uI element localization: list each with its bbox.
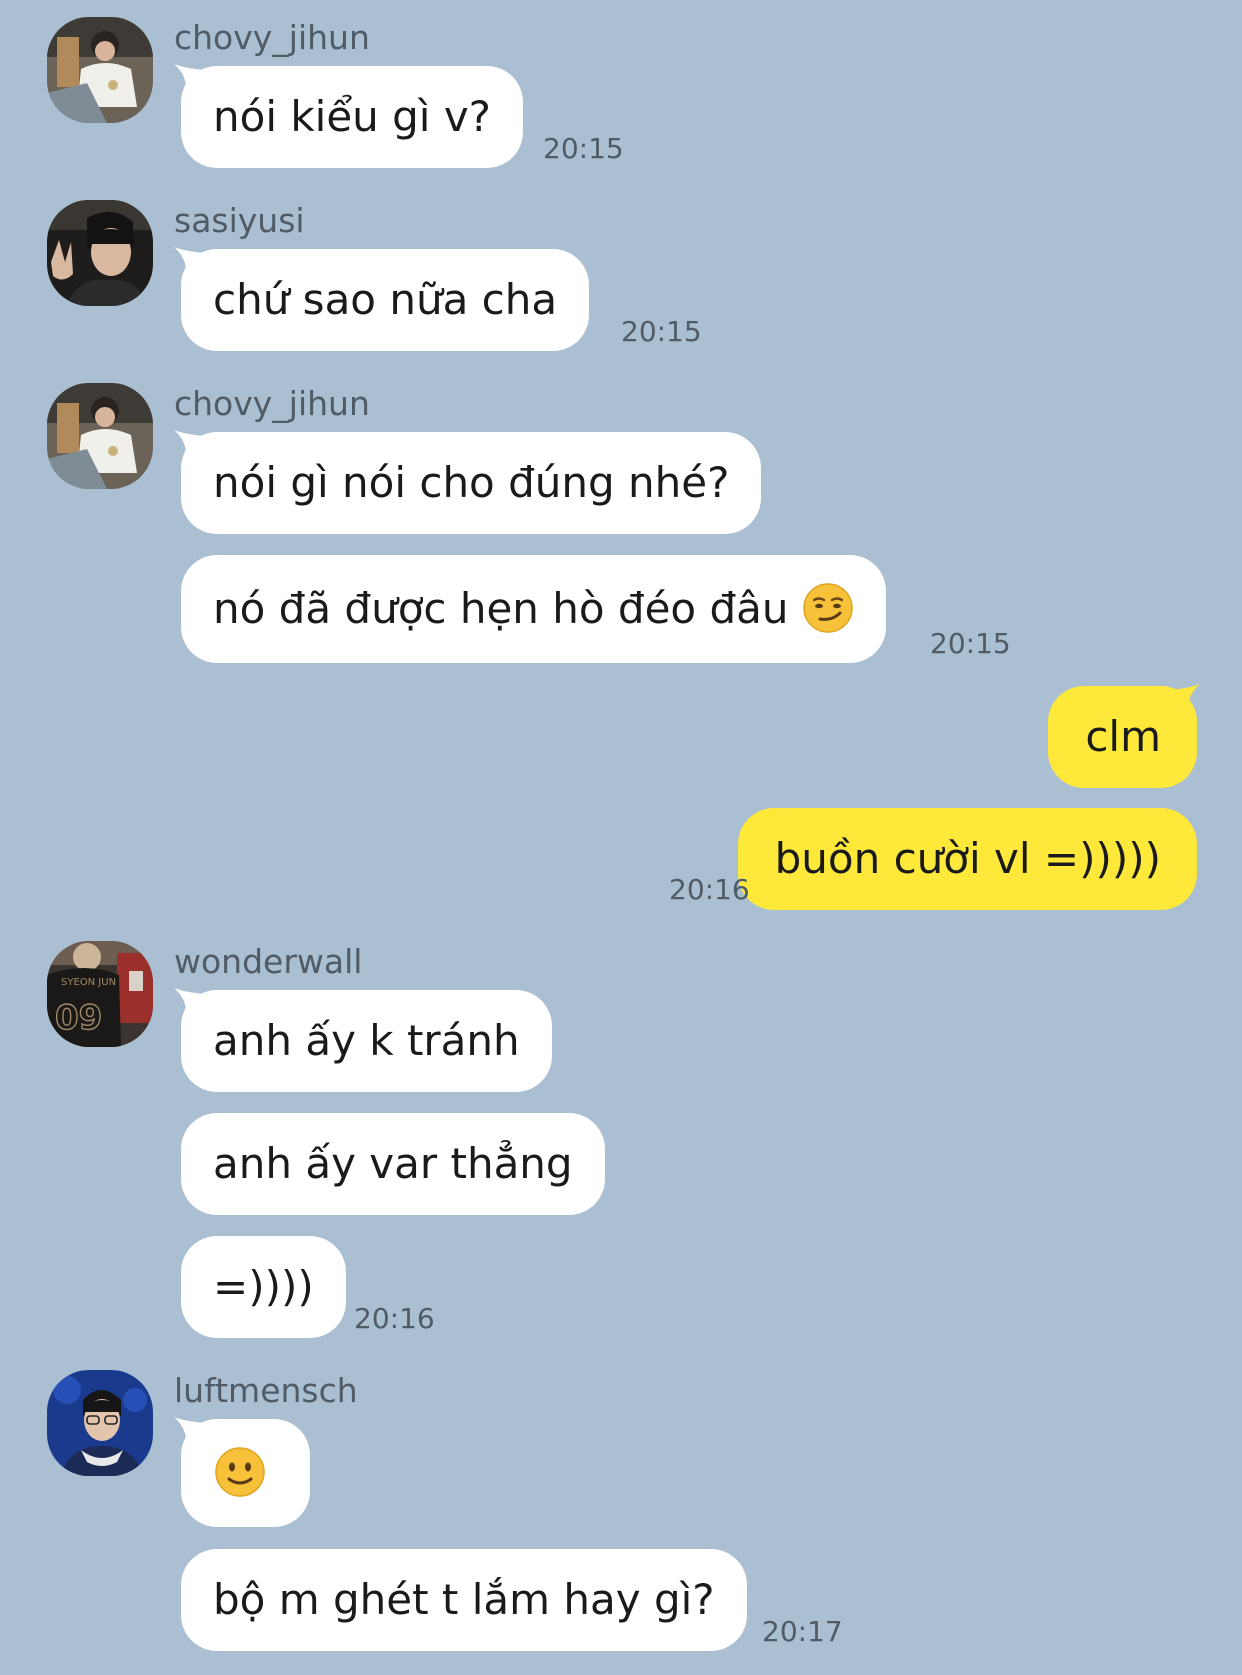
avatar-sasiyusi[interactable] <box>47 200 153 306</box>
message-text: bộ m ghét t lắm hay gì? <box>213 1575 715 1624</box>
message-bubble[interactable]: nói gì nói cho đúng nhé? <box>181 432 762 534</box>
avatar-chovy-jihun[interactable] <box>47 17 153 123</box>
message-text: chứ sao nữa cha <box>213 275 558 324</box>
sender-name: wonderwall <box>174 942 363 981</box>
avatar-wonderwall[interactable]: SYEON JUN 09 <box>47 941 153 1047</box>
message-bubble[interactable]: clm <box>1048 686 1197 788</box>
sender-name: sasiyusi <box>174 201 305 240</box>
user-avatar-icon <box>47 383 153 489</box>
message-bubble[interactable]: chứ sao nữa cha <box>181 249 590 351</box>
message-bubble[interactable] <box>181 1419 310 1527</box>
message-timestamp: 20:15 <box>621 315 702 348</box>
message-bubble[interactable]: anh ấy var thẳng <box>181 1113 605 1215</box>
message-bubble[interactable]: anh ấy k tránh <box>181 990 552 1092</box>
message-text: nó đã được hẹn hò đéo đâu <box>213 584 789 633</box>
message-text: anh ấy var thẳng <box>213 1139 573 1188</box>
message-text: =)))) <box>213 1262 314 1311</box>
message-timestamp: 20:16 <box>354 1302 435 1335</box>
jersey-name: SYEON JUN <box>61 977 116 988</box>
message-timestamp: 20:15 <box>543 132 624 165</box>
message-bubble[interactable]: nói kiểu gì v? <box>181 66 523 168</box>
user-avatar-icon <box>47 1370 153 1476</box>
message-text: nói gì nói cho đúng nhé? <box>213 458 730 507</box>
message-timestamp: 20:17 <box>762 1615 843 1648</box>
jersey-number: 09 <box>55 998 102 1038</box>
message-timestamp: 20:15 <box>930 627 1011 660</box>
slightly-smiling-face-emoji-icon <box>215 1446 265 1497</box>
message-text: anh ấy k tránh <box>213 1016 520 1065</box>
sender-name: luftmensch <box>174 1371 358 1410</box>
message-bubble[interactable]: bộ m ghét t lắm hay gì? <box>181 1549 747 1651</box>
avatar-chovy-jihun[interactable] <box>47 383 153 489</box>
user-avatar-icon: SYEON JUN 09 <box>47 941 153 1047</box>
message-bubble[interactable]: nó đã được hẹn hò đéo đâu <box>181 555 886 663</box>
sender-name: chovy_jihun <box>174 384 370 423</box>
message-bubble[interactable]: =)))) <box>181 1236 346 1338</box>
message-text: clm <box>1085 712 1161 761</box>
message-text: buồn cười vl =))))) <box>774 834 1161 883</box>
smirking-face-emoji-icon <box>803 582 853 633</box>
sender-name: chovy_jihun <box>174 18 370 57</box>
avatar-luftmensch[interactable] <box>47 1370 153 1476</box>
message-text: nói kiểu gì v? <box>213 92 491 141</box>
message-timestamp: 20:16 <box>669 873 750 906</box>
message-bubble[interactable]: buồn cười vl =))))) <box>737 808 1197 910</box>
user-avatar-icon <box>47 17 153 123</box>
user-avatar-icon <box>47 200 153 306</box>
